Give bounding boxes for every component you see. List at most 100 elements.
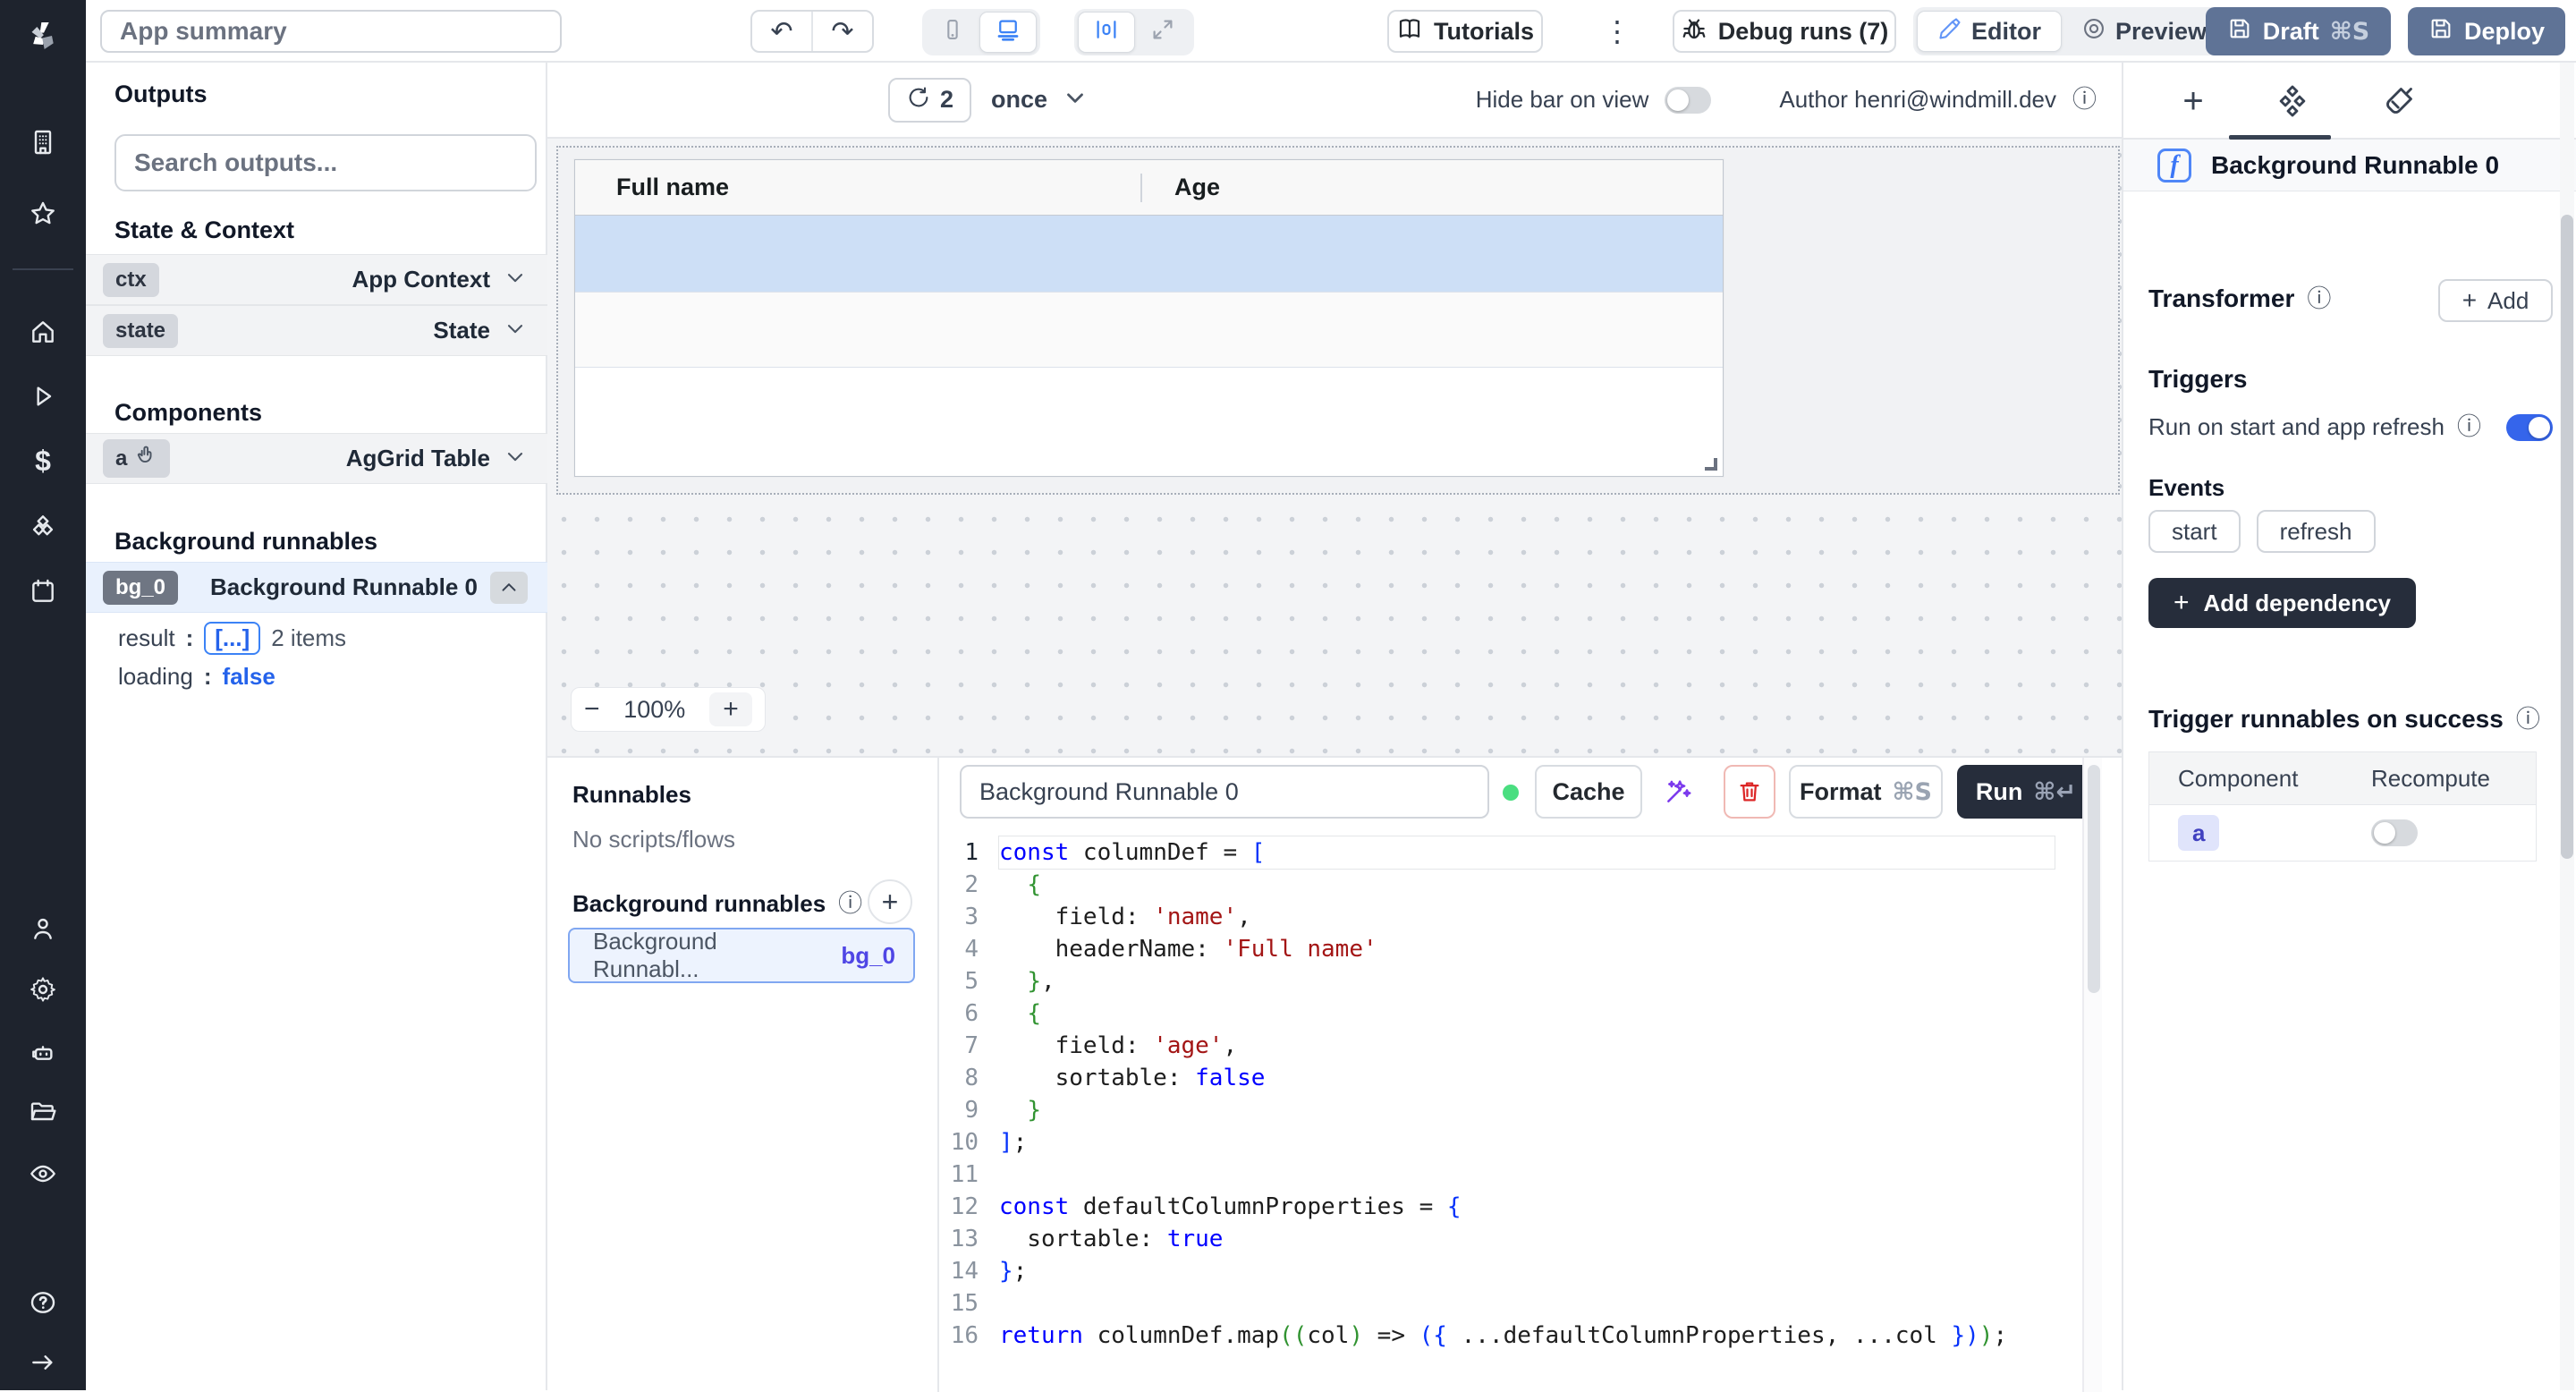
bg-runnable-list-item[interactable]: Background Runnabl... bg_0 bbox=[568, 928, 915, 983]
code-text: sortable: true bbox=[999, 1223, 1223, 1255]
center-layout-button[interactable] bbox=[1078, 12, 1135, 53]
schedules-icon[interactable] bbox=[23, 572, 63, 611]
code-line[interactable]: 7 field: 'age', bbox=[939, 1030, 2082, 1062]
code-line[interactable]: 15 bbox=[939, 1287, 2082, 1320]
format-button[interactable]: Format ⌘S bbox=[1789, 765, 1943, 819]
output-row-state[interactable]: state State bbox=[86, 305, 547, 356]
audit-eye-icon[interactable] bbox=[23, 1154, 63, 1193]
add-dependency-button[interactable]: + Add dependency bbox=[2148, 578, 2416, 628]
variables-icon[interactable]: $ bbox=[23, 441, 63, 480]
debug-runs-button[interactable]: Debug runs (7) bbox=[1673, 10, 1896, 53]
editor-tab[interactable]: Editor bbox=[1917, 11, 2062, 52]
chevron-down-icon[interactable] bbox=[503, 444, 528, 473]
collapse-arrow-icon[interactable] bbox=[23, 1343, 63, 1382]
recompute-toggle[interactable] bbox=[2371, 819, 2418, 846]
add-background-runnable-button[interactable]: + bbox=[868, 879, 912, 924]
table-row[interactable] bbox=[575, 293, 1723, 368]
code-editor-content[interactable]: 1const columnDef = [2 {3 field: 'name',4… bbox=[939, 836, 2082, 1352]
schedule-dropdown[interactable]: once bbox=[991, 84, 1089, 115]
insert-component-tab[interactable]: + bbox=[2174, 81, 2213, 121]
tutorials-button[interactable]: Tutorials bbox=[1387, 10, 1543, 53]
undo-button[interactable]: ↶ bbox=[752, 12, 813, 51]
result-expand-box[interactable]: [...] bbox=[204, 622, 260, 655]
resources-icon[interactable] bbox=[23, 507, 63, 547]
right-panel-scrollbar[interactable] bbox=[2560, 63, 2574, 1390]
code-line[interactable]: 9 } bbox=[939, 1094, 2082, 1126]
code-scrollbar-thumb[interactable] bbox=[2088, 765, 2100, 993]
zoom-out-button[interactable]: − bbox=[584, 694, 600, 725]
code-line[interactable]: 16return columnDef.map((col) => ({ ...de… bbox=[939, 1320, 2082, 1352]
code-line[interactable]: 14}; bbox=[939, 1255, 2082, 1287]
runs-icon[interactable] bbox=[23, 377, 63, 416]
help-icon[interactable] bbox=[23, 1283, 63, 1322]
code-line[interactable]: 6 { bbox=[939, 997, 2082, 1030]
info-icon[interactable]: ⓘ bbox=[2457, 415, 2481, 439]
bg-item-label: Background Runnabl... bbox=[593, 928, 828, 983]
code-line[interactable]: 2 { bbox=[939, 869, 2082, 901]
folders-icon[interactable] bbox=[23, 1092, 63, 1132]
run-on-start-toggle[interactable] bbox=[2506, 414, 2553, 441]
cache-button[interactable]: Cache bbox=[1535, 765, 1642, 819]
search-outputs-input[interactable] bbox=[114, 134, 537, 191]
draft-button[interactable]: Draft ⌘S bbox=[2206, 7, 2391, 55]
full-width-layout-button[interactable] bbox=[1135, 12, 1191, 53]
info-icon[interactable]: ⓘ bbox=[2072, 88, 2097, 112]
runnable-name-input[interactable] bbox=[960, 765, 1489, 819]
canvas-grid[interactable]: Full name Age − 100% + bbox=[547, 139, 2122, 756]
app-summary-input[interactable] bbox=[100, 10, 562, 53]
code-scrollbar[interactable] bbox=[2082, 758, 2102, 1392]
code-line[interactable]: 12const defaultColumnProperties = { bbox=[939, 1191, 2082, 1223]
delete-runnable-button[interactable] bbox=[1724, 765, 1775, 819]
workspace-icon[interactable] bbox=[23, 123, 63, 162]
output-row-bg0[interactable]: bg_0 Background Runnable 0 bbox=[86, 562, 547, 613]
output-row-ctx[interactable]: ctx App Context bbox=[86, 254, 547, 305]
info-icon[interactable]: ⓘ bbox=[2307, 287, 2331, 311]
code-line[interactable]: 13 sortable: true bbox=[939, 1223, 2082, 1255]
table-col-fullname[interactable]: Full name bbox=[575, 174, 1140, 201]
users-icon[interactable] bbox=[23, 909, 63, 948]
more-menu-kebab-icon[interactable]: ⋮ bbox=[1597, 12, 1637, 51]
code-line[interactable]: 5 }, bbox=[939, 965, 2082, 997]
home-icon[interactable] bbox=[23, 312, 63, 352]
hide-bar-toggle[interactable] bbox=[1665, 87, 1711, 114]
resize-handle[interactable] bbox=[1705, 458, 1717, 471]
code-line[interactable]: 8 sortable: false bbox=[939, 1062, 2082, 1094]
chevron-down-icon[interactable] bbox=[503, 316, 528, 345]
code-line[interactable]: 10]; bbox=[939, 1126, 2082, 1159]
line-number: 8 bbox=[939, 1062, 979, 1094]
mobile-view-button[interactable] bbox=[926, 12, 979, 53]
loading-value: false bbox=[223, 663, 275, 691]
preview-tab[interactable]: Preview bbox=[2062, 11, 2226, 52]
windmill-logo-icon[interactable] bbox=[23, 16, 63, 55]
result-row[interactable]: result : [...] 2 items bbox=[118, 622, 346, 655]
left-rail: $ bbox=[0, 0, 86, 1390]
workers-robot-icon[interactable] bbox=[23, 1033, 63, 1073]
desktop-view-button[interactable] bbox=[979, 12, 1037, 53]
favorites-icon[interactable] bbox=[23, 194, 63, 233]
code-line[interactable]: 11 bbox=[939, 1159, 2082, 1191]
code-line[interactable]: 3 field: 'name', bbox=[939, 901, 2082, 933]
settings-gear-icon[interactable] bbox=[23, 970, 63, 1009]
table-row-selected[interactable] bbox=[575, 216, 1723, 293]
ai-wand-icon[interactable] bbox=[1657, 770, 1699, 813]
theme-brush-tab[interactable] bbox=[2379, 81, 2419, 121]
code-line[interactable]: 4 headerName: 'Full name' bbox=[939, 933, 2082, 965]
component-settings-tab[interactable] bbox=[2273, 81, 2312, 121]
refresh-count-button[interactable]: 2 bbox=[888, 78, 971, 123]
add-transformer-button[interactable]: + Add bbox=[2438, 279, 2553, 322]
chevron-down-icon[interactable] bbox=[503, 265, 528, 294]
code-line[interactable]: 1const columnDef = [ bbox=[939, 836, 2082, 869]
collapse-chevron-up-button[interactable] bbox=[490, 572, 528, 604]
deploy-button[interactable]: Deploy bbox=[2408, 7, 2565, 55]
zoom-in-button[interactable]: + bbox=[709, 692, 752, 726]
table-col-age[interactable]: Age bbox=[1142, 174, 1220, 201]
redo-button[interactable]: ↷ bbox=[813, 12, 872, 51]
output-row-component-a[interactable]: a AgGrid Table bbox=[86, 433, 547, 484]
component-a-chip[interactable]: a bbox=[2178, 815, 2219, 851]
info-icon[interactable]: ⓘ bbox=[838, 892, 862, 916]
right-panel-scrollbar-thumb[interactable] bbox=[2561, 215, 2573, 859]
info-icon[interactable]: ⓘ bbox=[2516, 708, 2540, 732]
aggrid-table-component[interactable]: Full name Age bbox=[574, 159, 1724, 477]
run-button[interactable]: Run ⌘↵ bbox=[1957, 765, 2095, 819]
selected-component-outline[interactable]: Full name Age bbox=[556, 146, 2120, 495]
